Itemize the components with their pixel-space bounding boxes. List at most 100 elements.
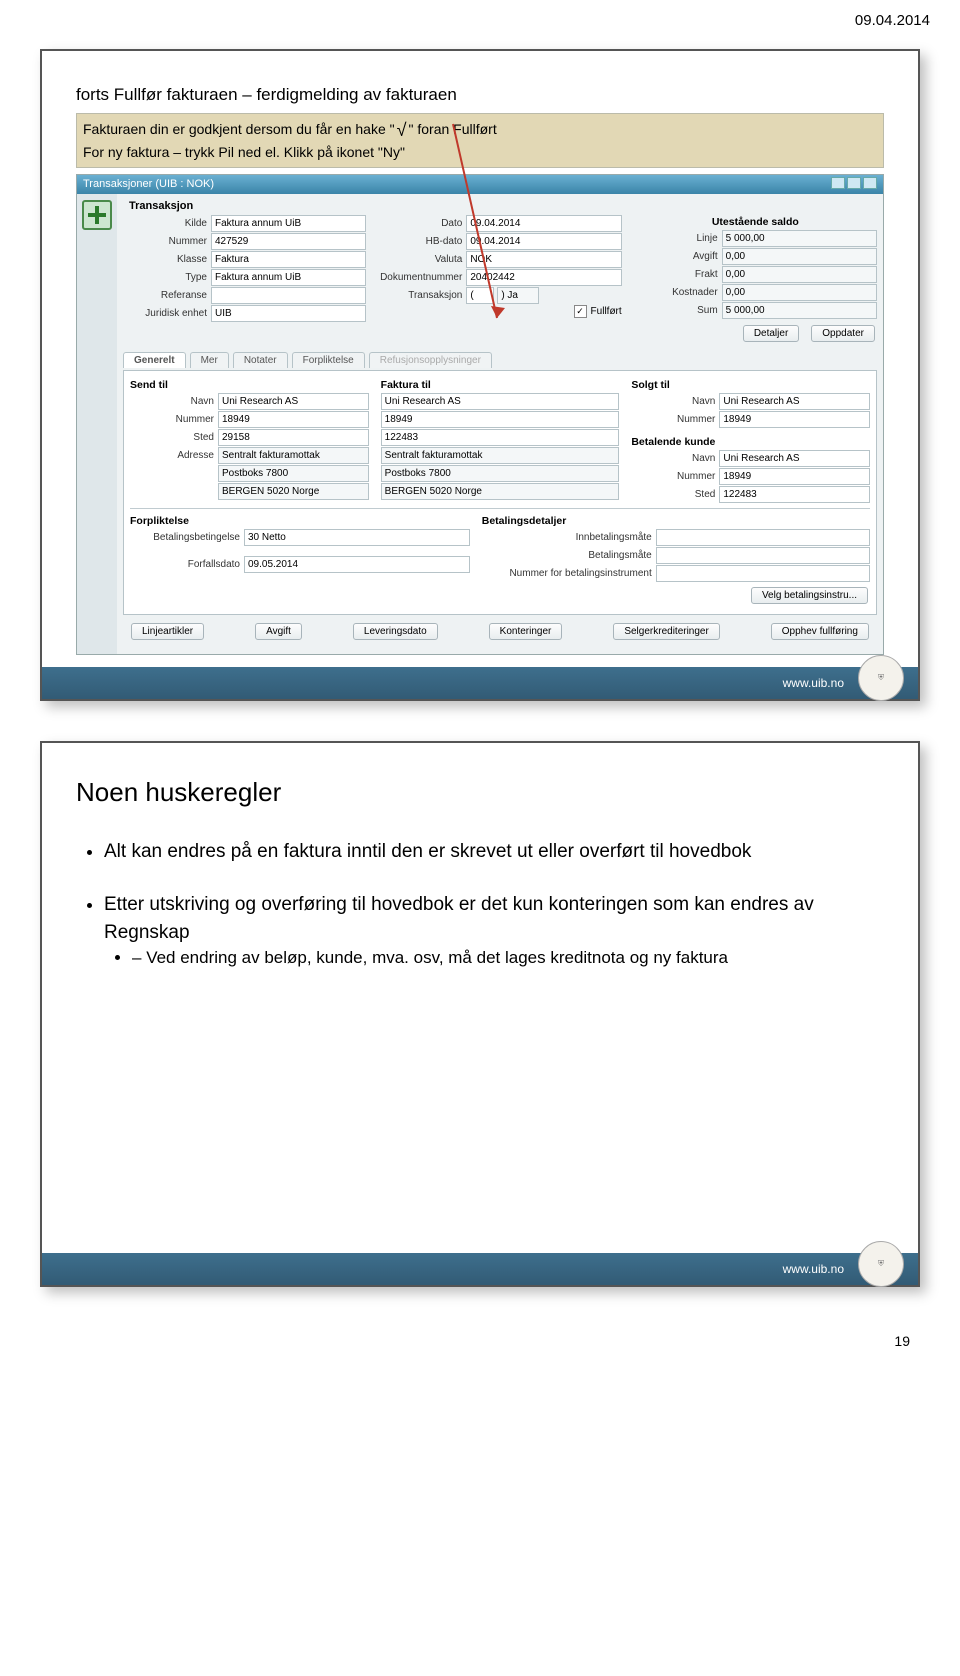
lbl-hbdato: HB-dato [378,236,466,247]
val-valuta[interactable]: NOK [466,251,621,268]
velg-betinstr-button[interactable]: Velg betalingsinstru... [751,587,868,604]
sendtil-navn[interactable]: Uni Research AS [218,393,369,410]
intro-line1a: Fakturaen din er godkjent dersom du får … [83,121,395,137]
new-icon[interactable] [82,200,112,230]
betdet-hdr: Betalingsdetaljer [482,515,870,527]
val-trans-open[interactable]: ( [466,287,494,304]
val-betbet[interactable]: 30 Netto [244,529,470,546]
btn-avgift[interactable]: Avgift [255,623,302,640]
val-klasse[interactable]: Faktura [211,251,366,268]
slide-1: forts Fullfør fakturaen – ferdigmelding … [40,49,920,701]
tab-notater[interactable]: Notater [233,352,288,368]
btn-opphev[interactable]: Opphev fullføring [771,623,869,640]
bullet-2-text: Etter utskriving og overføring til hoved… [104,894,814,943]
bullet-2a: Ved endring av beløp, kunde, mva. osv, m… [132,946,884,971]
lbl-betmate: Betalingsmåte [482,550,656,561]
intro-line2: For ny faktura – trykk Pil ned el. Klikk… [83,144,405,160]
page-number: 19 [0,1327,960,1369]
lbl-sum: Sum [634,305,722,316]
val-kilde[interactable]: Faktura annum UiB [211,215,366,232]
app-title: Transaksjoner (UIB : NOK) [83,178,214,190]
slide2-title: Noen huskeregler [76,777,884,808]
section-transaksjon: Transaksjon [129,200,877,212]
tab-generelt[interactable]: Generelt [123,352,186,368]
detaljer-button[interactable]: Detaljer [743,325,799,342]
slide-footer: www.uib.no ⛨ [42,667,918,699]
val-avgift: 0,00 [722,248,877,265]
slide-2: Noen huskeregler Alt kan endres på en fa… [40,741,920,1287]
val-dato[interactable]: 09.04.2014 [466,215,621,232]
intro-line1b: " foran Fullført [409,121,497,137]
lbl-innbet: Innbetalingsmåte [482,532,656,543]
val-linje: 5 000,00 [722,230,877,247]
solgttil-nummer[interactable]: 18949 [719,411,870,428]
val-forfall[interactable]: 09.05.2014 [244,556,470,573]
val-betmate[interactable] [656,547,870,564]
tab-mer[interactable]: Mer [190,352,229,368]
lbl-nummer: Nummer [123,236,211,247]
window-buttons[interactable] [829,177,877,192]
val-trans-ja: ) Ja [497,287,539,304]
solgttil-hdr: Solgt til [631,379,870,391]
fakturatil-hdr: Faktura til [381,379,620,391]
tab-refusjon[interactable]: Refusjonsopplysninger [369,352,492,368]
col-right: Utestående saldo Linje5 000,00 Avgift0,0… [634,214,877,346]
tabs: Generelt Mer Notater Forpliktelse Refusj… [123,352,877,368]
col-left: KildeFaktura annum UiB Nummer427529 Klas… [123,214,366,346]
fakturatil-nummer[interactable]: 18949 [381,411,620,428]
btn-konteringer[interactable]: Konteringer [489,623,563,640]
app-window: Transaksjoner (UIB : NOK) Transaksjon Ki… [76,174,884,655]
fakturatil-adr2: Postboks 7800 [381,465,620,482]
slide1-title: forts Fullfør fakturaen – ferdigmelding … [76,79,884,107]
lbl-type: Type [123,272,211,283]
fakturatil-navn[interactable]: Uni Research AS [381,393,620,410]
intro-band: Fakturaen din er godkjent dersom du får … [76,113,884,168]
lbl-referanse: Referanse [123,290,211,301]
fakturatil-adr3: BERGEN 5020 Norge [381,483,620,500]
lbl-valuta: Valuta [378,254,466,265]
university-seal-icon-2: ⛨ [858,1241,904,1287]
lbl-doknr: Dokumentnummer [378,272,466,283]
saldo-header: Utestående saldo [634,216,877,228]
bullets: Alt kan endres på en faktura inntil den … [76,838,884,971]
val-type[interactable]: Faktura annum UiB [211,269,366,286]
app-titlebar: Transaksjoner (UIB : NOK) [77,175,883,194]
forplikt-hdr: Forpliktelse [130,515,470,527]
footer-url-2: www.uib.no [783,1262,844,1276]
sendtil-sted[interactable]: 29158 [218,429,369,446]
betkunde-navn[interactable]: Uni Research AS [719,450,870,467]
sendtil-hdr: Send til [130,379,369,391]
val-sum: 5 000,00 [722,302,877,319]
tab-forplikt[interactable]: Forpliktelse [292,352,365,368]
val-referanse[interactable] [211,287,366,304]
val-juridisk[interactable]: UIB [211,305,366,322]
btn-linjeartikler[interactable]: Linjeartikler [131,623,204,640]
val-hbdato[interactable]: 09.04.2014 [466,233,621,250]
lbl-linje: Linje [634,233,722,244]
fakturatil-sted[interactable]: 122483 [381,429,620,446]
checkmark-icon: √ [395,120,409,140]
val-doknr[interactable]: 20402442 [466,269,621,286]
bottom-button-row: Linjeartikler Avgift Leveringsdato Konte… [123,615,877,648]
lbl-trans: Transaksjon [378,290,466,301]
sendtil-nummer[interactable]: 18949 [218,411,369,428]
val-nummer[interactable]: 427529 [211,233,366,250]
betkunde-nummer[interactable]: 18949 [719,468,870,485]
btn-selgerkred[interactable]: Selgerkrediteringer [613,623,720,640]
val-frakt: 0,00 [722,266,877,283]
footer-url: www.uib.no [783,676,844,690]
val-betinstr[interactable] [656,565,870,582]
fullfort-check[interactable]: ✓ Fullført [574,305,622,318]
app-sidebar [77,194,117,654]
sendtil-adr3: BERGEN 5020 Norge [218,483,369,500]
val-innbet[interactable] [656,529,870,546]
solgttil-navn[interactable]: Uni Research AS [719,393,870,410]
betkunde-hdr: Betalende kunde [631,436,870,448]
betkunde-sted[interactable]: 122483 [719,486,870,503]
oppdater-button[interactable]: Oppdater [811,325,875,342]
slide1-title-text: forts Fullfør fakturaen – ferdigmelding … [76,85,457,104]
val-kost: 0,00 [722,284,877,301]
sendtil-adr1: Sentralt fakturamottak [218,447,369,464]
lbl-avgift: Avgift [634,251,722,262]
btn-leveringsdato[interactable]: Leveringsdato [353,623,438,640]
